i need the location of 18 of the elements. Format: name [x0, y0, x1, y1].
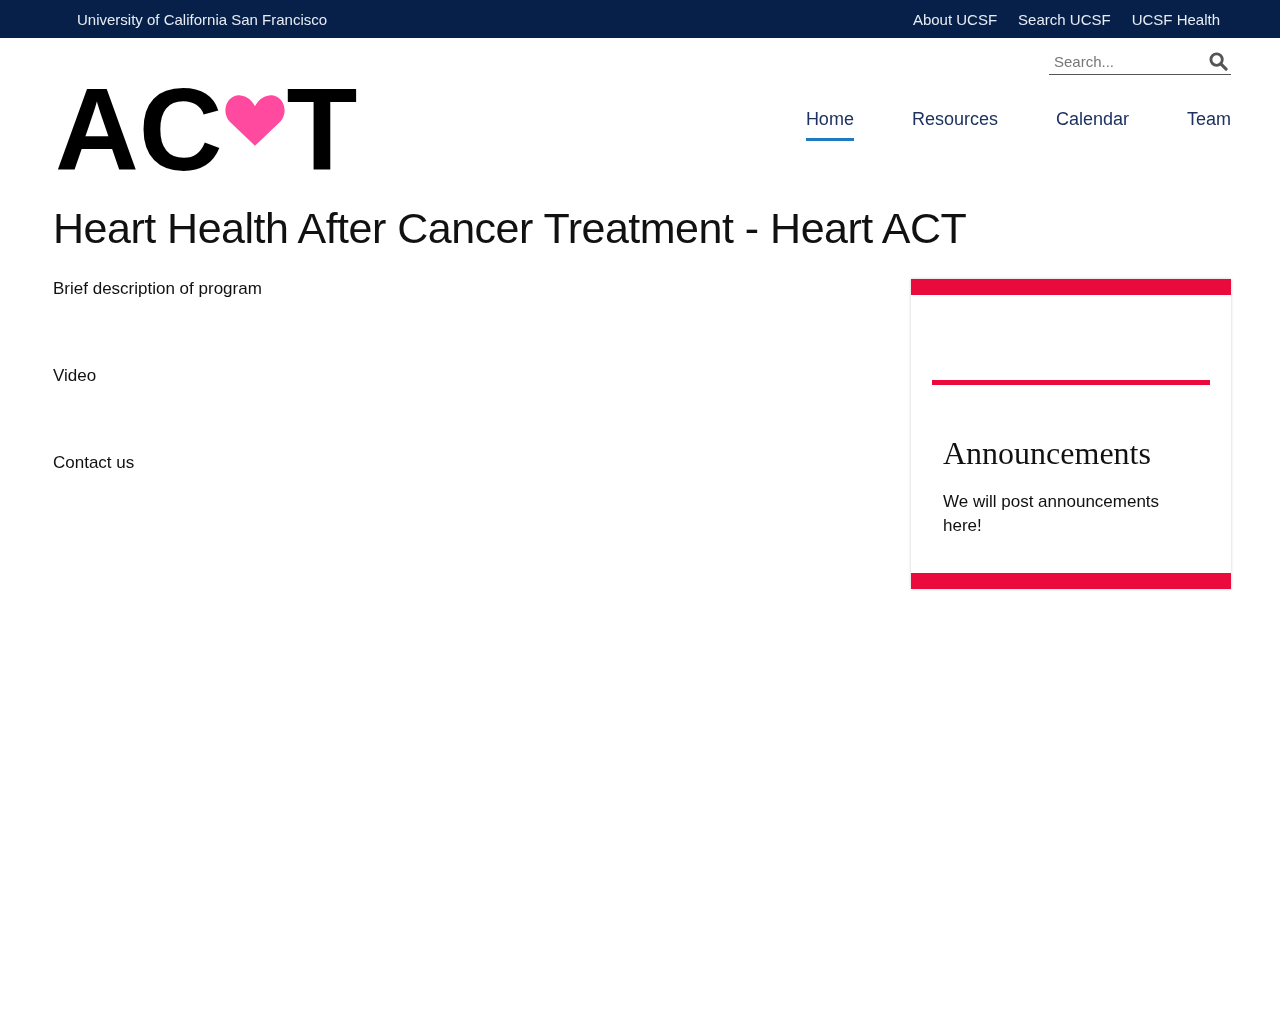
institution-name: University of California San Francisco	[77, 10, 328, 28]
nav-tab[interactable]: Calendar	[1055, 109, 1129, 141]
heart-icon	[224, 93, 285, 147]
logo-text: T	[286, 80, 358, 180]
section-heading: Brief description of program	[53, 279, 262, 299]
announcements-text: We will post announcements here!	[943, 491, 1161, 537]
announcements-title: Announcements	[943, 435, 1152, 472]
top-link[interactable]: Search UCSF	[1018, 10, 1111, 28]
section-heading: Contact us	[53, 453, 136, 473]
page-title: Heart Health After Cancer Treatment - Heart ACT	[53, 204, 968, 253]
section-heading: Video	[53, 366, 98, 386]
nav-tab[interactable]: Team	[1187, 109, 1231, 141]
nav-tab[interactable]: Resources	[911, 109, 998, 141]
logo-text: AC	[55, 80, 223, 180]
top-link[interactable]: UCSF Health	[1131, 10, 1220, 28]
nav-tab[interactable]: Home	[805, 109, 854, 141]
top-link[interactable]: About UCSF	[912, 10, 998, 28]
search-icon	[1209, 52, 1228, 71]
